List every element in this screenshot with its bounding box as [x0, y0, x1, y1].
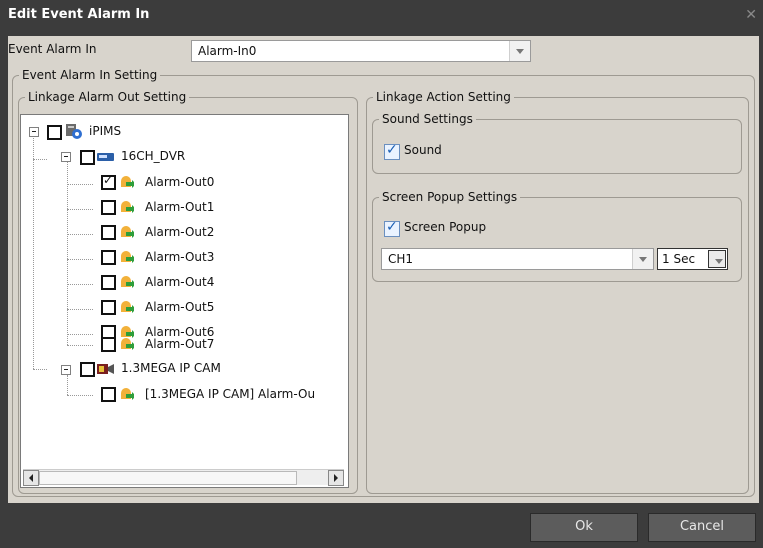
horizontal-scrollbar[interactable] [23, 469, 344, 486]
popup-duration-value: 1 Sec [662, 252, 696, 266]
popup-channel-value: CH1 [388, 252, 414, 266]
edit-event-alarm-dialog: Edit Event Alarm In ✕ Event Alarm In Ala… [0, 0, 763, 548]
tree-checkbox-alarm-out[interactable] [101, 300, 116, 315]
ok-button[interactable]: Ok [530, 513, 638, 542]
tree-checkbox-alarm-out[interactable] [101, 275, 116, 290]
scroll-thumb[interactable] [39, 471, 297, 485]
tree-label-alarm-out[interactable]: Alarm-Out3 [145, 250, 214, 264]
alarm-bell-icon [121, 276, 134, 288]
tree-checkbox-alarm-out[interactable] [101, 337, 116, 352]
alarm-bell-icon [121, 176, 134, 188]
tree-checkbox-dvr[interactable] [80, 150, 95, 165]
popup-duration-select[interactable]: 1 Sec [657, 248, 728, 270]
popup-channel-select[interactable]: CH1 [381, 248, 654, 270]
tree-label-alarm-out[interactable]: Alarm-Out1 [145, 200, 214, 214]
server-icon [66, 124, 82, 139]
title-bar: Edit Event Alarm In ✕ [0, 0, 763, 30]
screen-popup-settings-legend: Screen Popup Settings [382, 190, 518, 204]
event-alarm-in-value: Alarm-In0 [198, 44, 257, 58]
alarm-bell-icon [121, 338, 134, 350]
dialog-footer: Ok Cancel [0, 503, 763, 548]
alarm-bell-icon [121, 251, 134, 263]
sound-checkbox[interactable] [384, 142, 400, 160]
event-alarm-in-select[interactable]: Alarm-In0 [191, 40, 531, 62]
tree-checkbox-alarm-out[interactable] [101, 250, 116, 265]
sound-label[interactable]: Sound [404, 143, 442, 157]
dialog-title: Edit Event Alarm In [8, 7, 150, 22]
chevron-down-icon[interactable] [509, 41, 530, 61]
event-alarm-in-label: Event Alarm In [8, 42, 97, 56]
tree-label-alarm-out[interactable]: Alarm-Out4 [145, 275, 214, 289]
tree-label-alarm-out[interactable]: Alarm-Out0 [145, 175, 214, 189]
alarm-bell-icon [121, 388, 134, 400]
event-alarm-in-setting-legend: Event Alarm In Setting [22, 68, 158, 82]
tree-checkbox-alarm-out[interactable] [101, 225, 116, 240]
screen-popup-label[interactable]: Screen Popup [404, 220, 486, 234]
tree-checkbox-ipcam[interactable] [80, 362, 95, 377]
dvr-icon [97, 153, 114, 161]
dialog-body: Event Alarm In Alarm-In0 Event Alarm In … [8, 36, 759, 503]
tree-collapse-icon[interactable] [61, 365, 71, 375]
alarm-bell-icon [121, 226, 134, 238]
screen-popup-checkbox[interactable] [384, 219, 400, 237]
tree-collapse-icon[interactable] [61, 152, 71, 162]
scroll-left-icon[interactable] [23, 470, 39, 486]
close-icon[interactable]: ✕ [745, 7, 757, 23]
sound-settings-legend: Sound Settings [382, 112, 473, 126]
tree-checkbox-alarm-out[interactable] [101, 200, 116, 215]
tree-checkbox-alarm-out[interactable] [101, 173, 116, 190]
tree-label-alarm-out[interactable]: Alarm-Out7 [145, 337, 214, 351]
tree-label-alarm-out[interactable]: Alarm-Out5 [145, 300, 214, 314]
tree-label-alarm-out[interactable]: [1.3MEGA IP CAM] Alarm-Ou [145, 387, 315, 401]
chevron-down-icon[interactable] [632, 249, 653, 269]
tree-label-dvr[interactable]: 16CH_DVR [121, 149, 185, 163]
alarm-bell-icon [121, 301, 134, 313]
tree-checkbox-alarm-out[interactable] [101, 387, 116, 402]
linkage-alarm-out-legend: Linkage Alarm Out Setting [28, 90, 187, 104]
alarm-out-tree[interactable]: iPIMS 16CH_DVR Alarm-Out0 Alarm-Out1 [20, 114, 349, 488]
scroll-right-icon[interactable] [328, 470, 344, 486]
tree-collapse-icon[interactable] [29, 127, 39, 137]
camera-icon [97, 364, 114, 374]
tree-checkbox-ipims[interactable] [47, 125, 62, 140]
cancel-button[interactable]: Cancel [648, 513, 756, 542]
chevron-down-icon[interactable] [708, 250, 726, 268]
alarm-bell-icon [121, 201, 134, 213]
tree-label-ipcam[interactable]: 1.3MEGA IP CAM [121, 361, 221, 375]
linkage-action-legend: Linkage Action Setting [376, 90, 511, 104]
tree-label-ipims[interactable]: iPIMS [89, 124, 121, 138]
tree-label-alarm-out[interactable]: Alarm-Out2 [145, 225, 214, 239]
